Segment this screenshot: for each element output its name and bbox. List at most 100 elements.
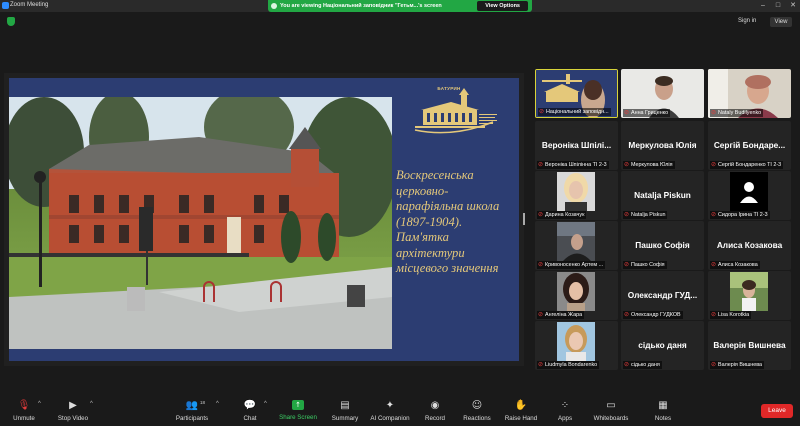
participant-tile[interactable]: ⊘ Кривоносенко Артем ...	[535, 221, 618, 270]
unmute-button[interactable]: 🎙 Unmute	[10, 394, 38, 426]
participant-tile[interactable]: Вероніка Шпілі... ⊘ Вероніка Шпілінна ТІ 2…	[535, 121, 618, 170]
record-button[interactable]: ◉ Record	[422, 394, 448, 426]
participant-name-label: ⊘ Сидора Ірина ТІ 2-3	[710, 211, 770, 219]
microphone-muted-icon: ⊘	[711, 362, 717, 368]
participant-tile[interactable]: Natalja Piskun ⊘ Natalja Piskun	[621, 171, 704, 220]
participant-tile[interactable]: сідько даня ⊘ сідько даня	[621, 321, 704, 370]
participant-photo	[730, 272, 768, 311]
participant-tile[interactable]: Алиса Козакова ⊘ Алиса Козакова	[708, 221, 791, 270]
participant-tile[interactable]: Меркулова Юлія ⊘ Меркулова Юлія	[621, 121, 704, 170]
participant-tile[interactable]: ⊘ Сидора Ірина ТІ 2-3	[708, 171, 791, 220]
chat-icon: 💬	[243, 400, 257, 411]
microphone-muted-icon: ⊘	[539, 109, 545, 115]
participants-label: Participants	[175, 415, 209, 422]
stop-video-button[interactable]: ▶ Stop Video	[54, 394, 92, 426]
reactions-label: Reactions	[463, 415, 491, 422]
participant-name-text: Меркулова Юлія	[631, 162, 673, 168]
apps-icon: ⁘	[560, 400, 570, 411]
participants-icon: 👥	[185, 400, 199, 411]
view-options-button[interactable]: View Options	[477, 1, 528, 11]
stop-video-label: Stop Video	[57, 415, 89, 422]
participant-name-label: ⊘ Валерія Вишнева	[710, 361, 765, 369]
participant-name-label: ⊘ Національний заповідн...	[538, 108, 611, 116]
share-banner-text: You are viewing Національний заповідник …	[280, 3, 442, 9]
participants-button[interactable]: 👥 Participants	[172, 394, 212, 426]
participant-name-text: Natalja Piskun	[631, 212, 666, 218]
microphone-muted-icon: ⊘	[538, 262, 544, 268]
participant-display-name: Пашко Софія	[635, 240, 690, 250]
participant-tile[interactable]: ⊘ Анна Гриценко	[621, 69, 704, 118]
caption-line: парафіяльна школа	[396, 199, 500, 213]
summary-button[interactable]: ▤ Summary	[329, 394, 361, 426]
microphone-muted-icon: ⊘	[538, 312, 544, 318]
summary-icon: ▤	[340, 400, 350, 411]
ai-companion-button[interactable]: ✦ AI Companion	[368, 394, 412, 426]
view-button[interactable]: View	[770, 17, 792, 27]
museum-logo: БАТУРИН	[413, 86, 500, 138]
microphone-muted-icon: ⊘	[711, 212, 717, 218]
share-screen-button[interactable]: ↑ Share Screen	[278, 394, 318, 426]
microphone-muted-icon: ⊘	[624, 312, 630, 318]
participants-count: 18	[200, 400, 206, 405]
participant-display-name: Олександр ГУД...	[627, 290, 698, 300]
video-options-caret[interactable]: ^	[90, 401, 93, 407]
participant-name-label: ⊘ сідько даня	[623, 361, 662, 369]
microphone-muted-icon: ⊘	[538, 212, 544, 218]
caption-line: (1897-1904).	[396, 214, 463, 229]
participant-tile[interactable]: ⊘ Lisa Korotkia	[708, 271, 791, 320]
participant-name-label: ⊘ Lisa Korotkia	[710, 311, 752, 319]
minimize-icon[interactable]: –	[758, 1, 768, 11]
participant-tile[interactable]: ⊘ Національний заповідн...	[535, 69, 618, 118]
maximize-icon[interactable]: □	[773, 1, 783, 11]
panel-splitter-handle[interactable]	[523, 213, 525, 225]
audio-options-caret[interactable]: ^	[38, 401, 41, 407]
participant-display-name: Меркулова Юлія	[628, 140, 697, 150]
video-camera-icon: ▶	[69, 400, 77, 411]
participant-name-text: сідько даня	[631, 362, 660, 368]
participant-name-text: Liudmyla Bondarenko	[545, 362, 598, 368]
sign-in-link[interactable]: Sign in	[738, 18, 756, 24]
participant-name-text: Олександр ГУДКОВ	[631, 312, 681, 318]
caption-line: місцевого значення	[396, 261, 499, 275]
participant-tile[interactable]: ⊘ Ангеліна Жара	[535, 271, 618, 320]
participant-name-label: ⊘ Анна Гриценко	[623, 109, 671, 117]
share-screen-icon: ↑	[292, 400, 304, 410]
raise-hand-icon: ✋	[514, 400, 528, 411]
participant-name-label: ⊘ Natalja Piskun	[623, 211, 668, 219]
participant-tile[interactable]: Пашко Софія ⊘ Пашко Софія	[621, 221, 704, 270]
microphone-muted-icon: ⊘	[711, 162, 717, 168]
participant-name-text: Вероніка Шпілінна ТІ 2-3	[545, 162, 607, 168]
participant-tile[interactable]: Валерія Вишнева ⊘ Валерія Вишнева	[708, 321, 791, 370]
microphone-muted-icon: ⊘	[624, 162, 630, 168]
notes-button[interactable]: ▦ Notes	[651, 394, 675, 426]
participants-options-caret[interactable]: ^	[216, 401, 219, 407]
participant-name-text: Алиса Козакова	[718, 262, 758, 268]
close-icon[interactable]: ✕	[788, 1, 798, 11]
presentation-slide: БАТУРИН Воскресенська церковно- парафіял…	[9, 78, 519, 361]
participant-photo	[730, 172, 768, 211]
participant-display-name: сідько даня	[638, 340, 687, 350]
whiteboards-button[interactable]: ▭ Whiteboards	[591, 394, 631, 426]
caption-line: церковно-	[396, 183, 449, 198]
unmute-label: Unmute	[13, 415, 35, 422]
participant-photo	[557, 272, 595, 311]
red-brick-school-image	[9, 97, 392, 349]
participant-display-name: Natalja Piskun	[634, 190, 691, 200]
whiteboards-label: Whiteboards	[593, 415, 629, 422]
participant-tile[interactable]: Сергій Бондаре... ⊘ Сергій Бондаренко ТІ 2…	[708, 121, 791, 170]
chat-options-caret[interactable]: ^	[264, 401, 267, 407]
reactions-button[interactable]: ☺ Reactions	[461, 394, 493, 426]
shield-icon[interactable]	[7, 17, 15, 26]
participant-tile[interactable]: ⊘ Nataly Budilyenko	[708, 69, 791, 118]
microphone-muted-icon: ⊘	[624, 262, 630, 268]
ai-companion-label: AI Companion	[370, 415, 410, 422]
chat-button[interactable]: 💬 Chat	[238, 394, 262, 426]
participant-tile[interactable]: Олександр ГУД... ⊘ Олександр ГУДКОВ	[621, 271, 704, 320]
leave-button[interactable]: Leave	[761, 404, 793, 418]
participant-tile[interactable]: ⊘ Дарина Козачук	[535, 171, 618, 220]
participant-name-label: ⊘ Дарина Козачук	[537, 211, 587, 219]
apps-button[interactable]: ⁘ Apps	[554, 394, 576, 426]
participant-tile[interactable]: ⊘ Liudmyla Bondarenko	[535, 321, 618, 370]
participant-name-label: ⊘ Меркулова Юлія	[623, 161, 675, 169]
raise-hand-button[interactable]: ✋ Raise Hand	[503, 394, 539, 426]
